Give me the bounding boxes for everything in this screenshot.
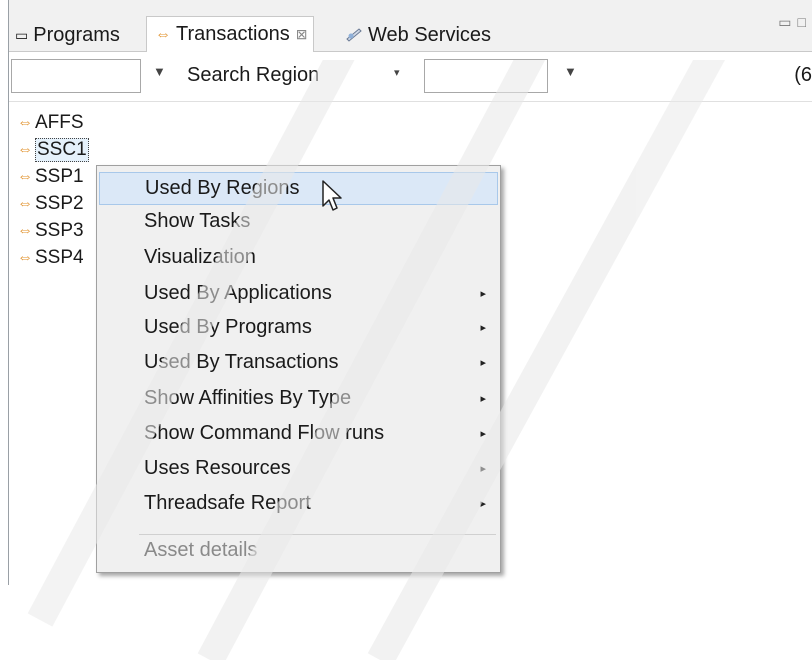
menu-item-used-by-programs[interactable]: Used By Programs ▸ [97, 311, 500, 344]
region-combo[interactable] [424, 59, 548, 93]
tree-item[interactable]: ⇔ SSP3 [17, 218, 84, 244]
menu-item-label: Used By Programs [144, 316, 312, 338]
tree-item-label: SSC1 [35, 138, 89, 162]
menu-item-label: Used By Applications [144, 282, 332, 304]
tab-programs[interactable]: ▭ Programs [11, 18, 126, 52]
menu-item-show-tasks[interactable]: Show Tasks [97, 205, 500, 238]
transaction-icon: ⇔ [17, 168, 33, 185]
tree-item-selected[interactable]: ⇔ SSC1 [17, 137, 89, 163]
transaction-icon: ⇔ [17, 249, 33, 266]
chevron-down-icon[interactable]: ▼ [564, 64, 577, 79]
menu-item-asset-details: Asset details [97, 534, 500, 567]
result-count: (6 [794, 64, 812, 86]
tree-item-label: SSP3 [35, 220, 84, 241]
context-menu: Used By Regions Show Tasks Visualization… [96, 165, 501, 573]
transaction-icon: ⇔ [17, 141, 33, 158]
tree-item-label: AFFS [35, 112, 84, 133]
minimize-icon[interactable]: ▭ [778, 14, 797, 30]
menu-item-label: Used By Regions [145, 177, 300, 199]
close-icon[interactable]: ⊠ [296, 26, 308, 43]
tree-item[interactable]: ⇔ SSP4 [17, 245, 84, 271]
submenu-arrow-icon: ▸ [480, 498, 486, 510]
chevron-down-icon[interactable]: ▼ [153, 64, 166, 79]
submenu-arrow-icon: ▸ [480, 322, 486, 334]
menu-item-used-by-applications[interactable]: Used By Applications ▸ [97, 277, 500, 310]
tab-bar: ▭ Programs ⇔ Transactions ⊠ Web Services… [9, 0, 812, 52]
window-controls[interactable]: ▭□ [778, 14, 812, 31]
chevron-down-icon[interactable]: ▾ [394, 66, 400, 79]
tree-item[interactable]: ⇔ AFFS [17, 110, 84, 136]
menu-item-used-by-transactions[interactable]: Used By Transactions ▸ [97, 346, 500, 379]
maximize-icon[interactable]: □ [798, 14, 812, 30]
transaction-icon: ⇔ [155, 25, 171, 43]
web-services-glyph [346, 27, 362, 42]
submenu-arrow-icon: ▸ [480, 357, 486, 369]
transaction-icon: ⇔ [17, 114, 33, 131]
tab-transactions[interactable]: ⇔ Transactions ⊠ [146, 16, 315, 52]
submenu-arrow-icon: ▸ [480, 428, 486, 440]
window-icon: ▭ [15, 26, 29, 43]
tab-web-services[interactable]: Web Services [343, 18, 497, 52]
tree-item[interactable]: ⇔ SSP1 [17, 164, 84, 190]
menu-item-label: Threadsafe Report [144, 492, 311, 514]
search-region-label: Search Region [187, 64, 320, 86]
menu-item-label: Asset details [144, 539, 258, 561]
transaction-icon: ⇔ [17, 222, 33, 239]
web-services-icon [345, 26, 363, 45]
filter-combo[interactable] [11, 59, 141, 93]
tree-item-label: SSP2 [35, 193, 84, 214]
tab-label: Web Services [368, 23, 492, 46]
transaction-icon: ⇔ [17, 195, 33, 212]
menu-item-visualization[interactable]: Visualization [97, 241, 500, 274]
tree-item-label: SSP1 [35, 166, 84, 187]
tab-label: Transactions [176, 23, 290, 45]
tree-item-label: SSP4 [35, 247, 84, 268]
menu-item-label: Visualization [144, 246, 256, 268]
menu-item-label: Used By Transactions [144, 351, 339, 373]
menu-item-show-affinities[interactable]: Show Affinities By Type ▸ [97, 382, 500, 415]
menu-item-show-command-flow[interactable]: Show Command Flow runs ▸ [97, 417, 500, 450]
mouse-pointer-icon [322, 180, 342, 211]
menu-item-label: Uses Resources [144, 457, 291, 479]
tree-item[interactable]: ⇔ SSP2 [17, 191, 84, 217]
tab-label: Programs [33, 23, 120, 46]
menu-item-label: Show Affinities By Type [144, 387, 352, 409]
menu-item-used-by-regions[interactable]: Used By Regions [99, 172, 498, 205]
submenu-arrow-icon: ▸ [480, 393, 486, 405]
menu-item-threadsafe-report[interactable]: Threadsafe Report ▸ [97, 487, 500, 520]
menu-item-label: Show Tasks [144, 210, 251, 232]
filter-toolbar: ▼ Search Region ▾ ▼ (6 [9, 52, 812, 102]
submenu-arrow-icon: ▸ [480, 288, 486, 300]
menu-item-uses-resources[interactable]: Uses Resources ▸ [97, 452, 500, 485]
menu-item-label: Show Command Flow runs [144, 422, 385, 444]
submenu-arrow-icon: ▸ [480, 463, 486, 475]
